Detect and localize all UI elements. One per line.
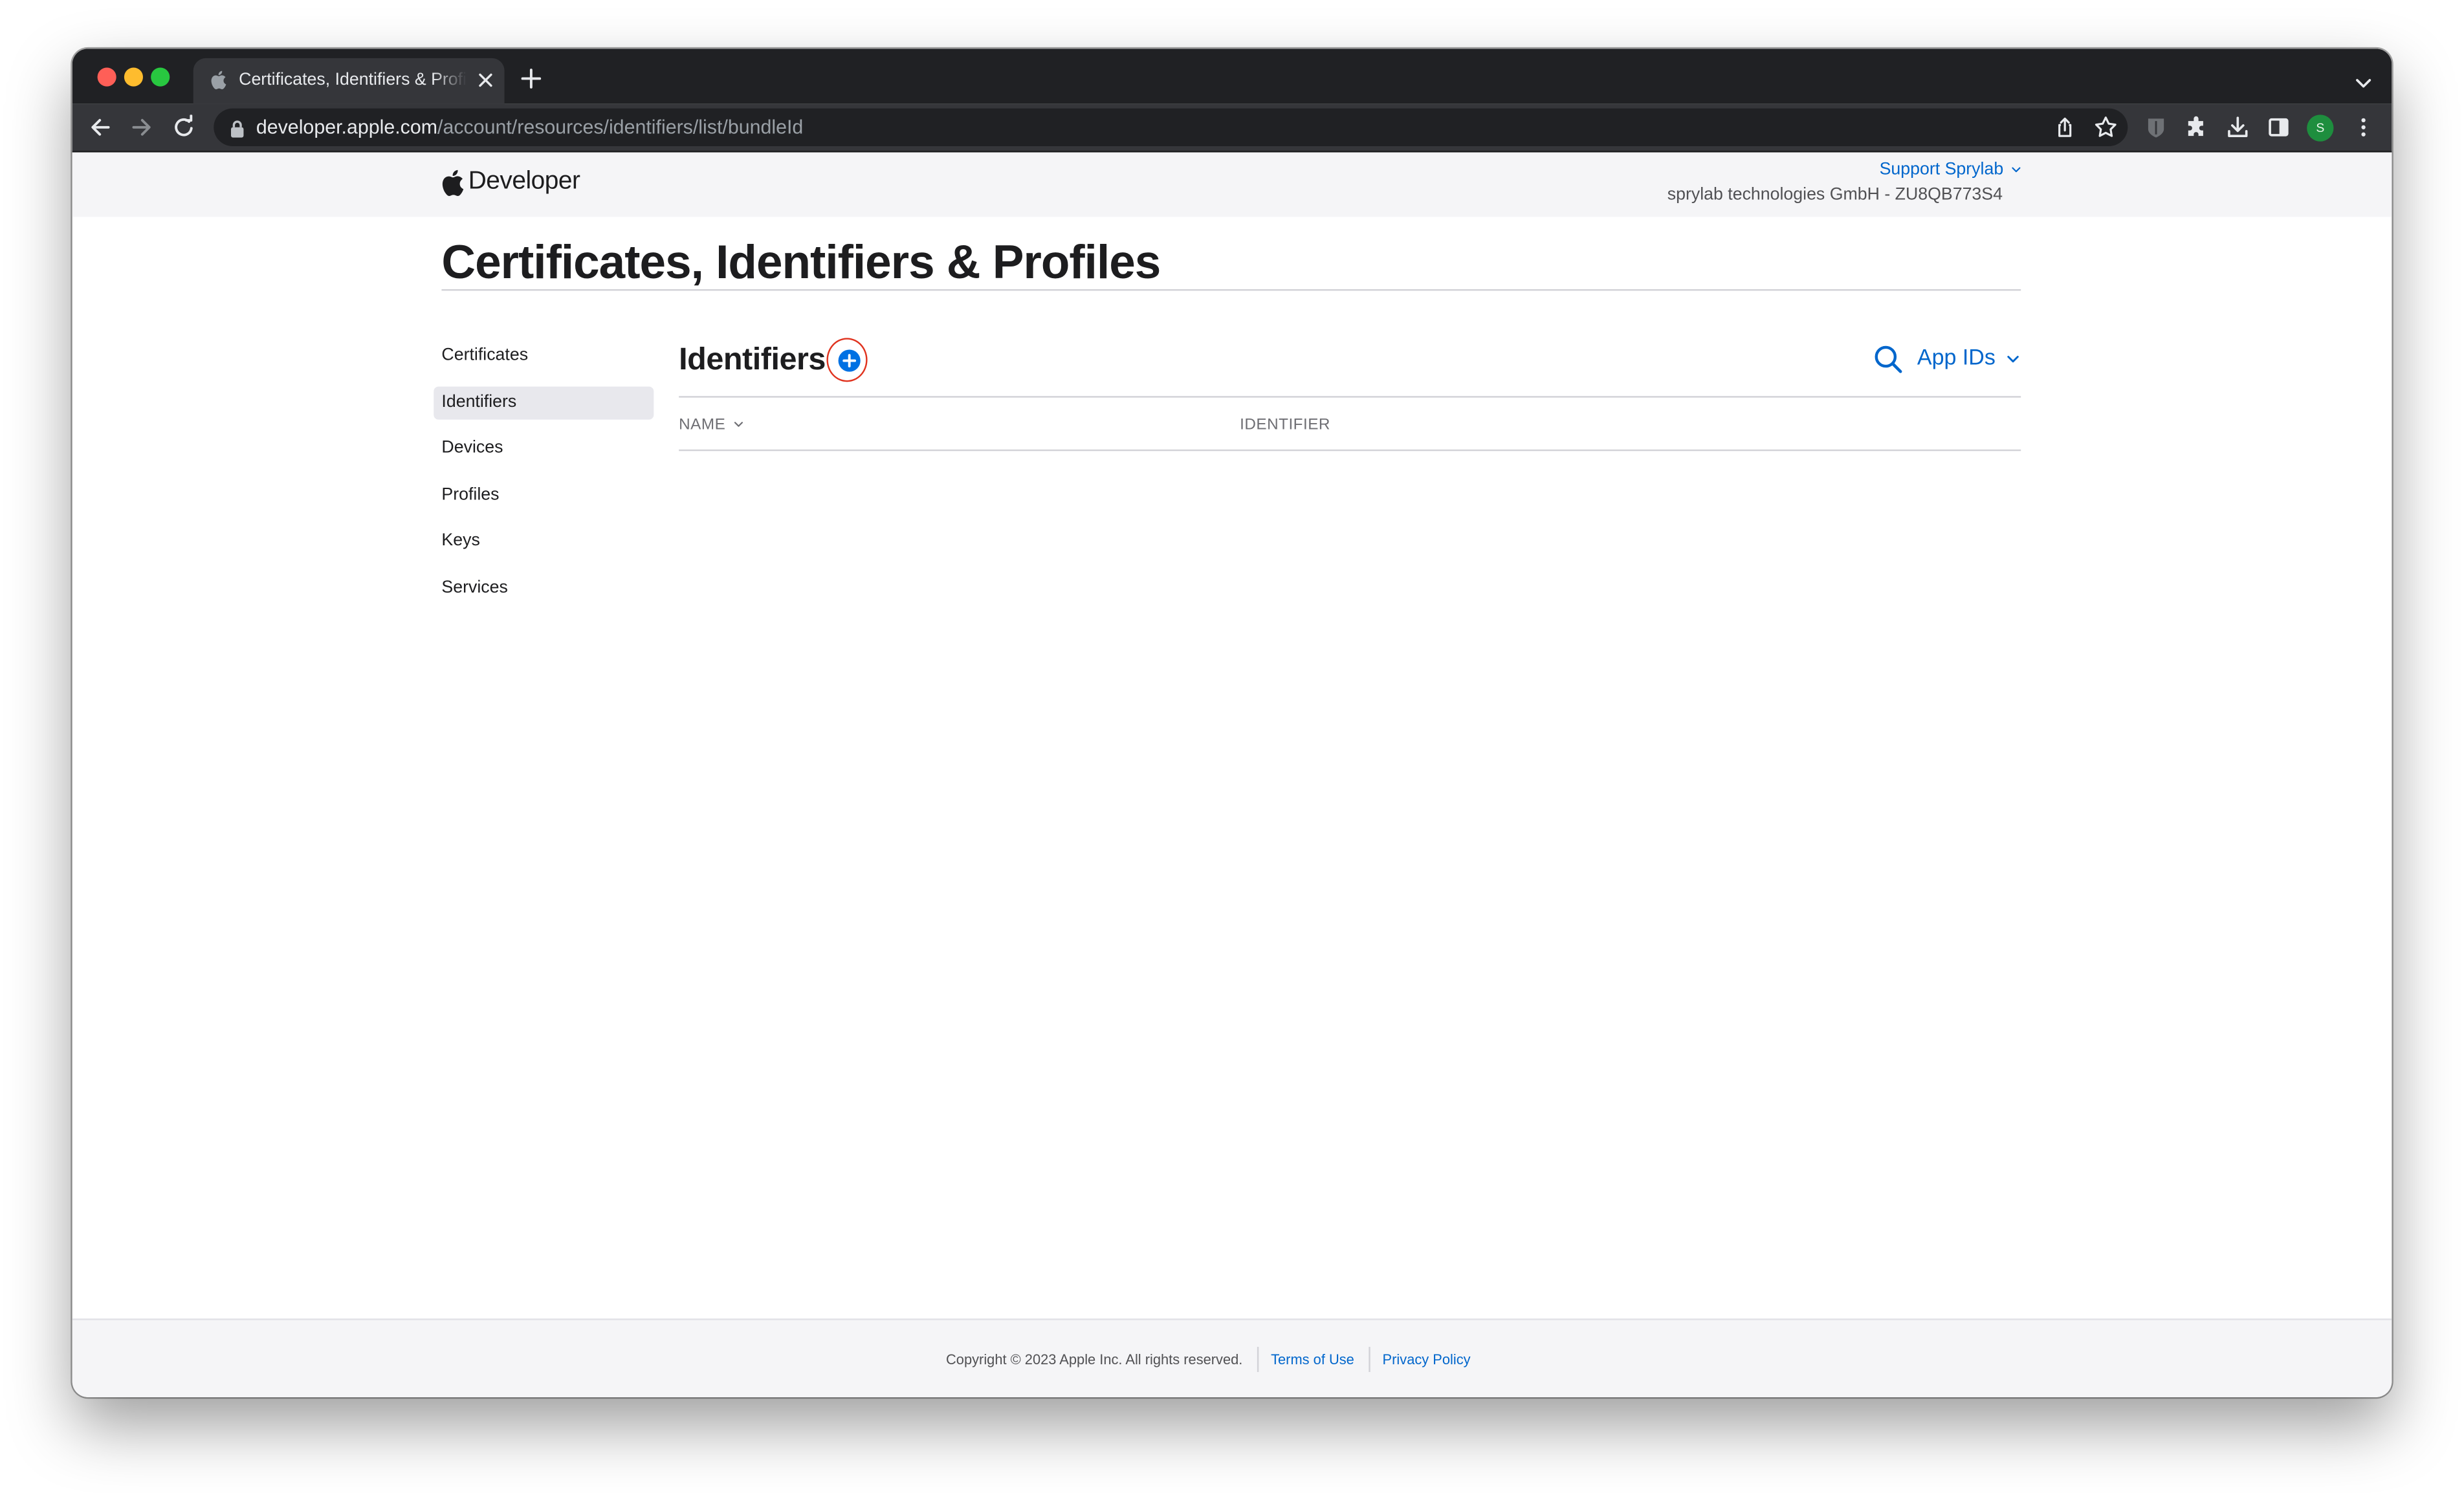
extensions-puzzle-icon[interactable] xyxy=(2184,114,2210,140)
share-icon[interactable] xyxy=(2052,114,2078,140)
table-header-divider xyxy=(679,449,2021,452)
account-menu[interactable]: Support Sprylab xyxy=(1880,160,2021,179)
back-arrow-icon[interactable] xyxy=(88,114,113,140)
column-header-name[interactable]: NAME xyxy=(679,417,743,434)
profile-avatar[interactable]: S xyxy=(2307,114,2334,142)
more-menu-icon[interactable] xyxy=(2351,114,2376,140)
brand-label: Developer xyxy=(468,168,580,195)
side-panel-icon[interactable] xyxy=(2266,114,2291,140)
lock-icon[interactable] xyxy=(230,118,245,138)
team-name: sprylab technologies GmbH - ZU8QB773S4 xyxy=(1667,185,2003,204)
add-identifier-button[interactable] xyxy=(827,338,871,382)
column-header-identifier: IDENTIFIER xyxy=(1240,416,1330,434)
developer-global-nav: Developer Support Sprylab sprylab techno… xyxy=(72,152,2392,217)
title-divider xyxy=(441,289,2021,291)
url-text[interactable]: developer.apple.com/account/resources/id… xyxy=(256,116,803,140)
highlight-ring xyxy=(827,338,868,382)
download-icon[interactable] xyxy=(2225,114,2250,140)
copyright: Copyright © 2023 Apple Inc. All rights r… xyxy=(946,1351,1243,1368)
sidebar-item-devices[interactable]: Devices xyxy=(434,433,654,466)
browser-toolbar: developer.apple.com/account/resources/id… xyxy=(72,104,2392,153)
chevron-down-icon xyxy=(2007,355,2019,362)
page-title: Certificates, Identifiers & Profiles xyxy=(441,237,1161,290)
section-header: Identifiers xyxy=(679,336,871,384)
privacy-policy-link[interactable]: Privacy Policy xyxy=(1383,1351,1471,1367)
account-menu-label: Support Sprylab xyxy=(1879,160,2004,179)
new-tab-icon[interactable] xyxy=(520,67,542,89)
developer-home-link[interactable]: Developer xyxy=(441,167,580,199)
sidebar-item-keys[interactable]: Keys xyxy=(434,525,654,558)
close-tab-icon[interactable] xyxy=(474,69,496,91)
column-name-label: NAME xyxy=(679,416,726,434)
url-host: developer.apple.com xyxy=(256,116,438,138)
tab-strip: Certificates, Identifiers & Profiles xyxy=(72,49,2392,104)
section-title: Identifiers xyxy=(679,342,826,376)
terms-of-use-link[interactable]: Terms of Use xyxy=(1271,1351,1354,1367)
sidebar-item-identifiers[interactable]: Identifiers xyxy=(434,386,654,419)
page: Developer Support Sprylab sprylab techno… xyxy=(72,152,2392,1397)
minimize-window-button[interactable] xyxy=(124,67,144,87)
identifier-type-filter[interactable]: App IDs xyxy=(1917,344,2019,369)
page-footer: Copyright © 2023 Apple Inc. All rights r… xyxy=(72,1318,2392,1397)
tab-active[interactable]: Certificates, Identifiers & Profiles xyxy=(193,58,505,104)
url-path: /account/resources/identifiers/list/bund… xyxy=(437,116,804,138)
footer-content: Copyright © 2023 Apple Inc. All rights r… xyxy=(946,1347,1471,1372)
chevron-down-icon xyxy=(2012,167,2021,173)
filter-label: App IDs xyxy=(1917,344,1996,369)
apple-favicon-icon xyxy=(210,71,229,89)
forward-arrow-icon[interactable] xyxy=(129,114,154,140)
sidebar-item-profiles[interactable]: Profiles xyxy=(434,479,654,512)
password-manager-extension-icon[interactable] xyxy=(2144,114,2169,140)
sort-chevron-icon xyxy=(734,422,743,428)
table-top-divider xyxy=(679,396,2021,398)
zoom-window-button[interactable] xyxy=(151,67,170,87)
close-window-button[interactable] xyxy=(97,67,116,87)
sidebar: Certificates Identifiers Devices Profile… xyxy=(434,340,654,618)
footer-divider xyxy=(1257,1347,1259,1372)
apple-logo-icon xyxy=(441,169,464,195)
sidebar-item-certificates[interactable]: Certificates xyxy=(434,340,654,373)
tab-title: Certificates, Identifiers & Profiles xyxy=(239,71,467,90)
search-icon[interactable] xyxy=(1873,344,1903,374)
browser-window: Certificates, Identifiers & Profiles dev… xyxy=(72,49,2392,1397)
reload-icon[interactable] xyxy=(171,114,197,140)
screen: Certificates, Identifiers & Profiles dev… xyxy=(0,0,2464,1493)
footer-divider xyxy=(1368,1347,1370,1372)
sidebar-item-services[interactable]: Services xyxy=(434,572,654,605)
address-bar[interactable]: developer.apple.com/account/resources/id… xyxy=(214,108,2128,146)
tab-search-chevron-icon[interactable] xyxy=(2354,71,2373,88)
bookmark-star-icon[interactable] xyxy=(2093,114,2118,140)
